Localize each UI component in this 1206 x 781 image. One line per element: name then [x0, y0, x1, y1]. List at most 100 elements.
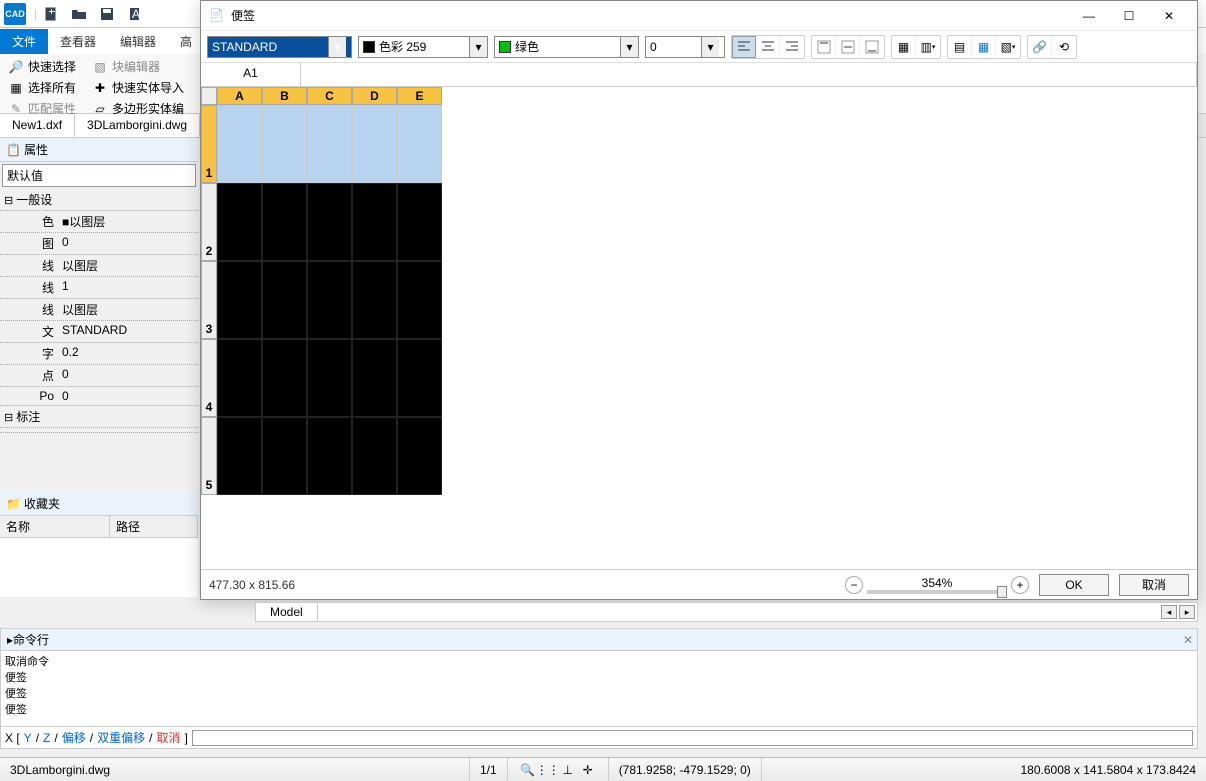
favorites-col-name[interactable]: 名称: [0, 516, 110, 537]
color2-combo[interactable]: 绿色 ▾: [494, 36, 639, 58]
zoom-slider[interactable]: [867, 590, 1007, 594]
doc-tab-new1[interactable]: New1.dxf: [0, 114, 75, 137]
grid-icon[interactable]: ⋮⋮: [540, 762, 556, 778]
prop-row-po[interactable]: Po0: [0, 387, 198, 406]
col-header-C[interactable]: C: [307, 87, 352, 105]
dialog-ok-button[interactable]: OK: [1039, 574, 1109, 596]
cell-E5[interactable]: [397, 417, 442, 495]
merge-cells-button[interactable]: ▦: [892, 36, 916, 58]
ribbon-quick-select[interactable]: 🔎快速选择: [4, 56, 80, 77]
cell-B5[interactable]: [262, 417, 307, 495]
chevron-down-icon[interactable]: ▾: [328, 37, 346, 57]
prop-cat-annotation[interactable]: ⊟ 标注: [0, 406, 198, 428]
prop-row-lineweight[interactable]: 线1: [0, 277, 198, 299]
cell-E4[interactable]: [397, 339, 442, 417]
ribbon-tab-more[interactable]: 高: [168, 29, 204, 54]
ribbon-fast-entity-import[interactable]: ✚快速实体导入: [88, 77, 188, 98]
col-header-B[interactable]: B: [262, 87, 307, 105]
zoom-out-button[interactable]: −: [845, 576, 863, 594]
row-header-4[interactable]: 4: [201, 339, 217, 417]
prop-row-pointstyle[interactable]: 点0: [0, 365, 198, 387]
link-button[interactable]: 🔗: [1028, 36, 1052, 58]
number-combo[interactable]: ▾: [645, 36, 725, 58]
cell-C1[interactable]: [307, 105, 352, 183]
snap-icon[interactable]: 🔍: [520, 762, 536, 778]
qa-export-button[interactable]: A: [123, 3, 147, 25]
row-header-5[interactable]: 5: [201, 417, 217, 495]
ribbon-tab-editor[interactable]: 编辑器: [108, 29, 168, 54]
cell-E2[interactable]: [397, 183, 442, 261]
align-bottom-button[interactable]: [860, 36, 884, 58]
cell-C2[interactable]: [307, 183, 352, 261]
cell-D2[interactable]: [352, 183, 397, 261]
cell-A2[interactable]: [217, 183, 262, 261]
cmd-opt-y[interactable]: Y: [24, 731, 32, 745]
command-line-header[interactable]: ▸ 命令行: [1, 629, 1197, 651]
ribbon-tab-viewer[interactable]: 查看器: [48, 29, 108, 54]
align-top-button[interactable]: [812, 36, 836, 58]
qa-new-button[interactable]: [39, 3, 63, 25]
minimize-button[interactable]: —: [1069, 2, 1109, 30]
cell-A5[interactable]: [217, 417, 262, 495]
prop-row-linetype[interactable]: 线以图层: [0, 255, 198, 277]
doc-tab-lamborgini[interactable]: 3DLamborgini.dwg: [75, 114, 200, 137]
col-header-D[interactable]: D: [352, 87, 397, 105]
prop-row-textheight[interactable]: 字0.2: [0, 343, 198, 365]
scroll-right-button[interactable]: ▸: [1179, 605, 1195, 619]
cmd-opt-cancel[interactable]: 取消: [156, 729, 180, 746]
cell-C4[interactable]: [307, 339, 352, 417]
color1-combo[interactable]: 色彩 259 ▾: [358, 36, 488, 58]
qa-save-button[interactable]: [95, 3, 119, 25]
cell-B3[interactable]: [262, 261, 307, 339]
prop-row-layer[interactable]: 图0: [0, 233, 198, 255]
table-more-button[interactable]: ▧▾: [996, 36, 1020, 58]
cell-reference[interactable]: A1: [201, 63, 301, 86]
chevron-down-icon[interactable]: ▾: [469, 37, 487, 57]
close-button[interactable]: ✕: [1149, 2, 1189, 30]
number-combo-input[interactable]: [646, 37, 701, 57]
dialog-cancel-button[interactable]: 取消: [1119, 574, 1189, 596]
align-right-button[interactable]: [780, 36, 804, 58]
ortho-icon[interactable]: ⊥: [560, 762, 576, 778]
cell-C3[interactable]: [307, 261, 352, 339]
chevron-down-icon[interactable]: ▾: [701, 37, 719, 57]
row-header-3[interactable]: 3: [201, 261, 217, 339]
dialog-titlebar[interactable]: 📄 便签 — ☐ ✕: [201, 1, 1197, 31]
table-style-button[interactable]: ▦: [972, 36, 996, 58]
cell-A1[interactable]: [217, 105, 262, 183]
row-header-2[interactable]: 2: [201, 183, 217, 261]
ribbon-block-editor[interactable]: ▧块编辑器: [88, 56, 188, 77]
align-left-button[interactable]: [732, 36, 756, 58]
col-header-E[interactable]: E: [397, 87, 442, 105]
cell-A4[interactable]: [217, 339, 262, 417]
col-header-A[interactable]: A: [217, 87, 262, 105]
sheet-area[interactable]: A B C D E 1 2 3 4: [201, 87, 1197, 569]
cmd-opt-double-offset[interactable]: 双重偏移: [97, 729, 145, 746]
cell-D3[interactable]: [352, 261, 397, 339]
cell-B1[interactable]: [262, 105, 307, 183]
command-line-close-button[interactable]: ✕: [1183, 633, 1193, 647]
chevron-down-icon[interactable]: ▾: [620, 37, 638, 57]
cmd-opt-z[interactable]: Z: [43, 731, 50, 745]
zoom-in-button[interactable]: +: [1011, 576, 1029, 594]
command-input[interactable]: [192, 730, 1193, 746]
cmd-opt-offset[interactable]: 偏移: [62, 729, 86, 746]
cell-D1[interactable]: [352, 105, 397, 183]
ribbon-tab-file[interactable]: 文件: [0, 29, 48, 54]
cell-A3[interactable]: [217, 261, 262, 339]
layout-tab-model[interactable]: Model: [256, 603, 318, 621]
favorites-col-path[interactable]: 路径: [110, 516, 198, 537]
scroll-left-button[interactable]: ◂: [1161, 605, 1177, 619]
prop-cat-general[interactable]: ⊟ 一般设: [0, 189, 198, 211]
split-cells-button[interactable]: ▥▾: [916, 36, 940, 58]
prop-row-linescale[interactable]: 线以图层: [0, 299, 198, 321]
refresh-button[interactable]: ⟲: [1052, 36, 1076, 58]
properties-default-combo[interactable]: 默认值: [2, 164, 196, 187]
style-combo-input[interactable]: [208, 37, 328, 57]
insert-table-button[interactable]: ▤: [948, 36, 972, 58]
cell-D5[interactable]: [352, 417, 397, 495]
maximize-button[interactable]: ☐: [1109, 2, 1149, 30]
prop-row-color[interactable]: 色■以图层: [0, 211, 198, 233]
style-combo[interactable]: ▾: [207, 36, 352, 58]
row-header-1[interactable]: 1: [201, 105, 217, 183]
